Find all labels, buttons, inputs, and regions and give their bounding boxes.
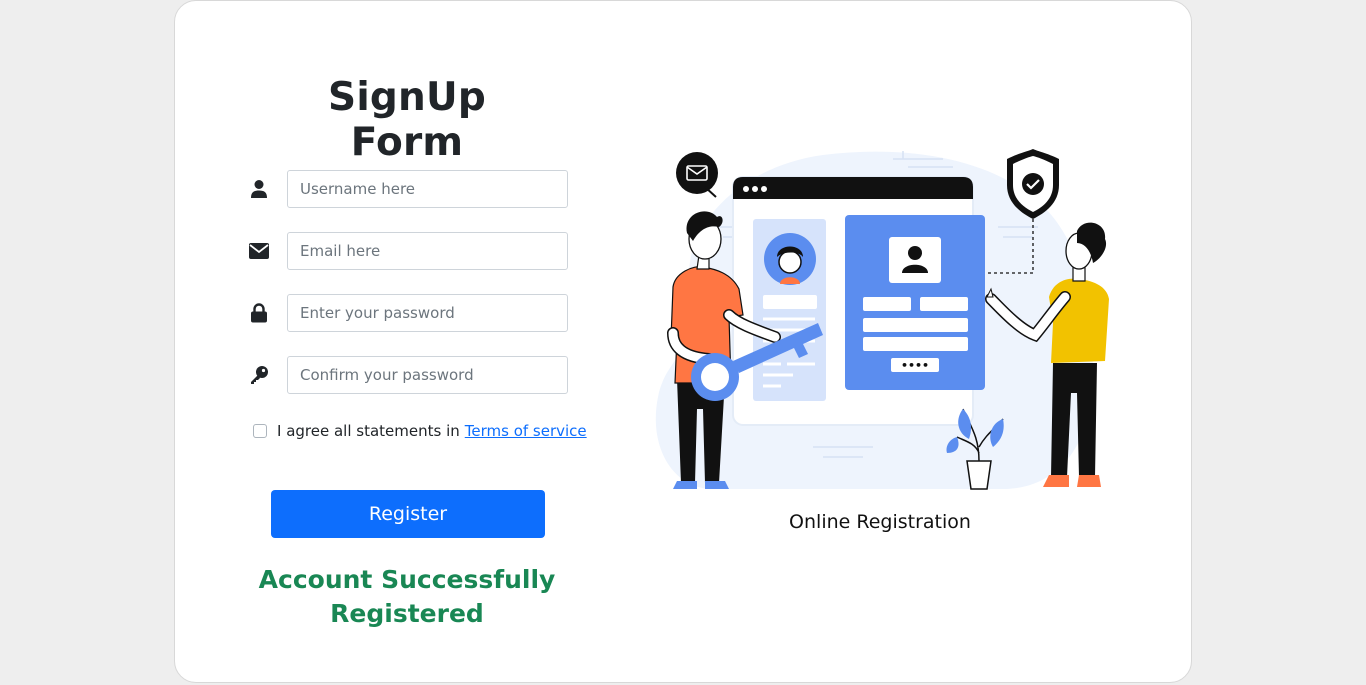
email-input[interactable] xyxy=(287,232,568,270)
terms-checkbox[interactable] xyxy=(253,424,267,438)
terms-text: I agree all statements in xyxy=(277,422,460,440)
confirm-password-input[interactable] xyxy=(287,356,568,394)
online-registration-illustration: •••• xyxy=(653,147,1113,493)
username-input[interactable] xyxy=(287,170,568,208)
username-row xyxy=(247,170,569,208)
key-icon xyxy=(247,365,271,385)
success-message: Account Successfully Registered xyxy=(258,565,556,628)
terms-agreement: I agree all statements in Terms of servi… xyxy=(253,421,587,441)
illustration-caption: Online Registration xyxy=(789,511,971,533)
signup-card: SignUp Form Username here Email here I a… xyxy=(174,0,1192,683)
password-dots: •••• xyxy=(901,359,929,372)
user-icon xyxy=(247,179,271,199)
page-title: SignUp Form xyxy=(328,75,486,165)
password-input[interactable] xyxy=(287,294,568,332)
lock-icon xyxy=(247,303,271,323)
password-row xyxy=(247,294,569,332)
register-button[interactable]: Register xyxy=(271,490,545,538)
envelope-icon xyxy=(247,241,271,261)
confirm-password-row xyxy=(247,356,569,394)
email-row xyxy=(247,232,569,270)
terms-of-service-link[interactable]: Terms of service xyxy=(465,422,587,440)
